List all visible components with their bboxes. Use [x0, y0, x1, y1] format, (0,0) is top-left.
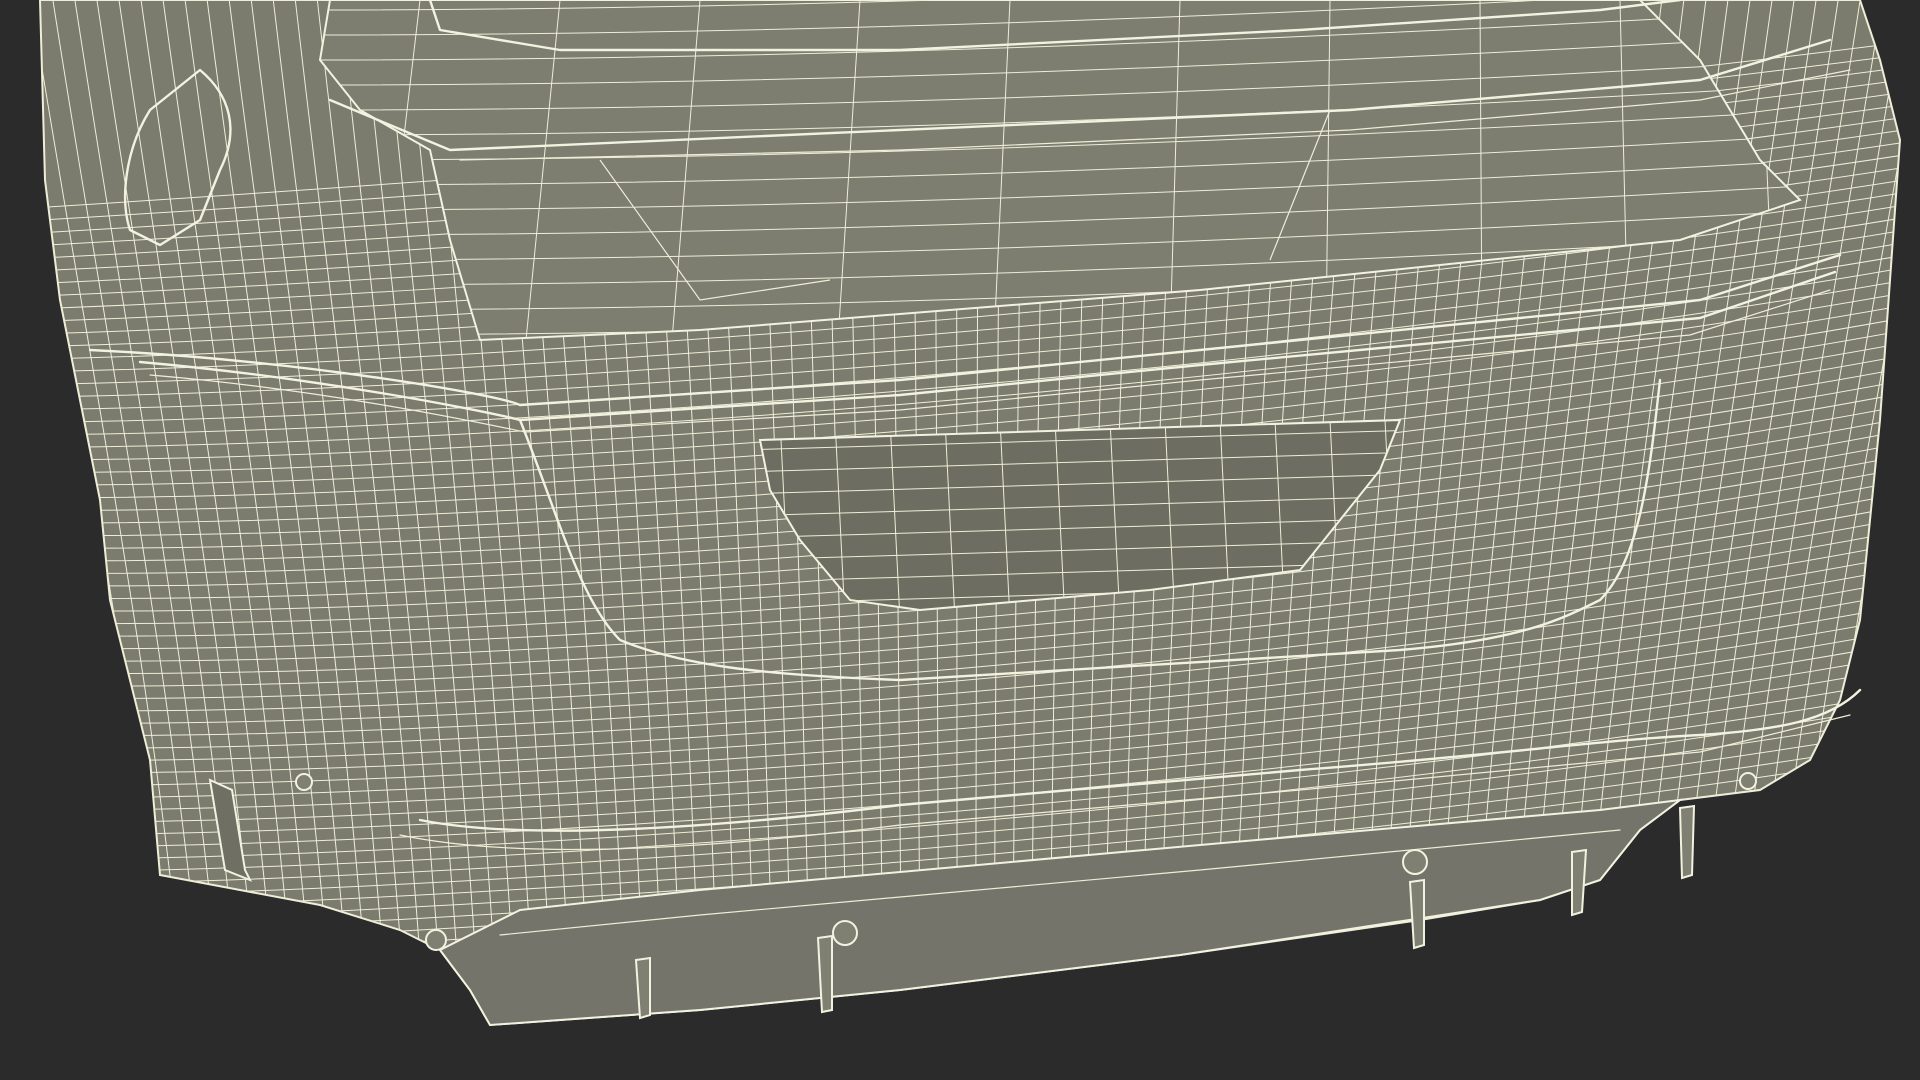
diffuser-fin: [1678, 804, 1696, 880]
mesh-edge: [0, 0, 27, 1080]
parking-sensor: [295, 773, 313, 791]
mesh-edge: [40, 0, 46, 1025]
diffuser-fin: [1408, 878, 1425, 950]
parking-sensor: [1402, 849, 1428, 875]
wireframe-render: [0, 0, 1920, 1080]
mesh-edge: [1906, 0, 1920, 1080]
parking-sensor: [1739, 772, 1757, 790]
parking-sensor: [832, 920, 858, 946]
diffuser-fin: [816, 934, 833, 1014]
parking-sensor: [425, 929, 447, 951]
render-viewport: [0, 0, 1920, 1080]
diffuser-fin: [1571, 848, 1588, 917]
mesh-edge: [0, 0, 9, 1080]
